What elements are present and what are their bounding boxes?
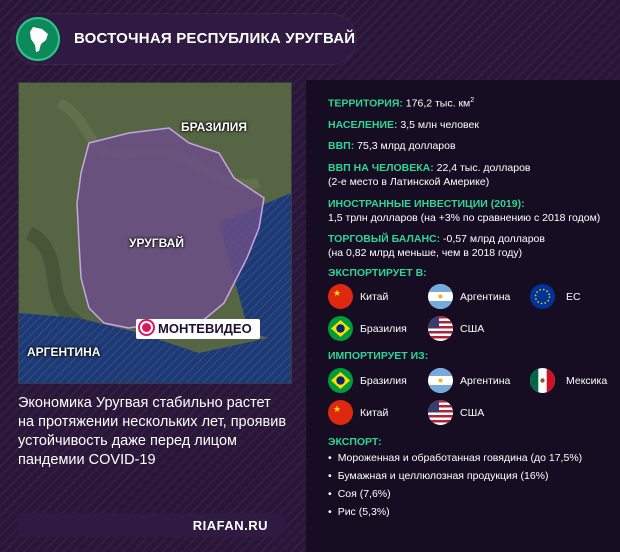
fact-gdp-per-capita: ВВП НА ЧЕЛОВЕКА: 22,4 тыс. долларов (328, 162, 531, 174)
brazil-flag-icon (328, 316, 353, 341)
facts-panel: ТЕРРИТОРИЯ: 176,2 тыс. км2 НАСЕЛЕНИЕ: 3,… (306, 80, 620, 552)
page-title: ВОСТОЧНАЯ РЕСПУБЛИКА УРУГВАЙ (74, 30, 356, 47)
export-partner: Бразилия (360, 323, 407, 335)
export-good-item: Бумажная и целлюлозная продукция (16%) (328, 470, 549, 482)
fact-gdp: ВВП: 75,3 млрд долларов (328, 140, 456, 152)
uruguay-map: БРАЗИЛИЯ УРУГВАЙ АРГЕНТИНА МОНТЕВИДЕО (18, 82, 292, 384)
eu-flag-icon (530, 284, 555, 309)
import-partner: США (460, 407, 485, 419)
export-good-item: Рис (5,3%) (328, 506, 390, 518)
fact-fdi-key: ИНОСТРАННЫЕ ИНВЕСТИЦИИ (2019): (328, 198, 525, 210)
svg-text:★: ★ (333, 404, 341, 414)
import-partner: Мексика (566, 375, 608, 387)
fact-fdi-value: 1,5 трлн долларов (на +3% по сравнению с… (328, 212, 601, 224)
fact-trade-note: (на 0,82 млрд меньше, чем в 2018 году) (328, 247, 523, 259)
argentina-flag-icon (428, 368, 453, 393)
export-partner: Китай (360, 291, 389, 303)
brazil-flag-icon (328, 368, 353, 393)
source-link[interactable]: RIAFAN.RU (193, 518, 268, 533)
export-partner: ЕС (566, 291, 581, 303)
fact-gdp-per-capita-note: (2-е место в Латинской Америке) (328, 176, 490, 188)
fact-territory: ТЕРРИТОРИЯ: 176,2 тыс. км2 (328, 97, 475, 110)
source-badge: RIAFAN.RU (18, 513, 286, 537)
import-partner: Аргентина (460, 375, 511, 387)
mexico-flag-icon (530, 368, 555, 393)
fact-population: НАСЕЛЕНИЕ: 3,5 млн человек (328, 119, 479, 131)
location-pin-icon (140, 321, 153, 334)
capital-label: МОНТЕВИДЕО (158, 321, 252, 336)
exports-to-title: ЭКСПОРТИРУЕТ В: (328, 267, 427, 279)
label-argentina: АРГЕНТИНА (27, 345, 101, 359)
fact-trade: ТОРГОВЫЙ БАЛАНС: -0,57 млрд долларов (328, 233, 545, 245)
export-good-item: Мороженная и обработанная говядина (до 1… (328, 452, 582, 464)
label-brazil: БРАЗИЛИЯ (181, 120, 248, 134)
title-banner: ВОСТОЧНАЯ РЕСПУБЛИКА УРУГВАЙ (12, 14, 356, 64)
imports-from-title: ИМПОРТИРУЕТ ИЗ: (328, 350, 429, 362)
china-flag-icon: ★ (328, 400, 353, 425)
import-partner: Китай (360, 407, 389, 419)
china-flag-icon: ★ (328, 284, 353, 309)
south-america-logo-icon (16, 17, 60, 61)
label-uruguay: УРУГВАЙ (129, 236, 184, 250)
svg-text:★: ★ (333, 288, 341, 298)
export-partner: Аргентина (460, 291, 511, 303)
export-partner: США (460, 323, 485, 335)
export-good-item: Соя (7,6%) (328, 488, 391, 500)
capital-marker: МОНТЕВИДЕО (136, 319, 260, 339)
argentina-flag-icon (428, 284, 453, 309)
usa-flag-icon (428, 400, 453, 425)
export-goods-title: ЭКСПОРТ: (328, 436, 382, 448)
usa-flag-icon (428, 316, 453, 341)
import-partner: Бразилия (360, 375, 407, 387)
caption-text: Экономика Уругвая стабильно растет на пр… (18, 395, 287, 468)
